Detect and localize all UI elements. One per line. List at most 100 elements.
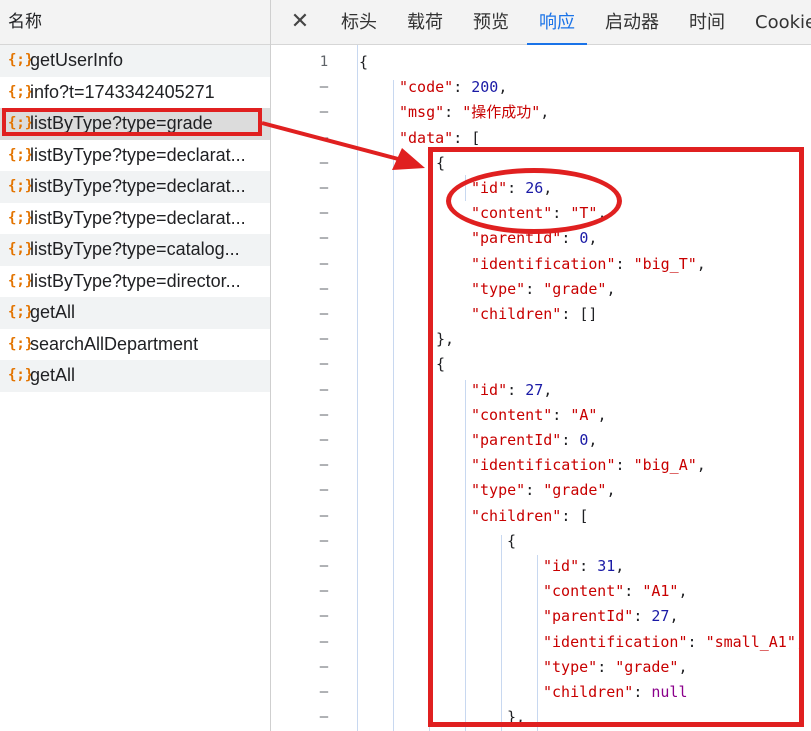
gutter-collapse-mark: –	[319, 154, 329, 171]
request-row[interactable]: {;}listByType?type=declarat...	[0, 171, 270, 203]
request-row[interactable]: {;}info?t=1743342405271	[0, 77, 270, 109]
indent-guide	[429, 155, 430, 731]
line-number: 1	[319, 54, 329, 70]
code-line[interactable]: },	[507, 705, 525, 730]
code-line[interactable]: "id": 31,	[543, 554, 624, 579]
detail-panel: ✕ 标头 载荷 预览 响应 启动器 时间 Cookie 1 { – "code": 2…	[271, 0, 811, 731]
request-row[interactable]: {;}getAll	[0, 297, 270, 329]
gutter-collapse-mark: –	[319, 709, 329, 726]
request-row[interactable]: {;}getUserInfo	[0, 45, 270, 77]
request-name: listByType?type=declarat...	[30, 144, 246, 165]
gutter-collapse-mark: –	[319, 205, 329, 222]
code-line[interactable]: "type": "grade",	[471, 478, 616, 503]
request-name: listByType?type=catalog...	[30, 239, 240, 259]
code-line[interactable]: "identification": "small_A1",	[543, 630, 805, 655]
request-name: getAll	[30, 365, 76, 385]
tab-preview[interactable]: 预览	[473, 0, 509, 44]
indent-guide	[501, 535, 502, 731]
gutter-collapse-mark: –	[319, 457, 329, 474]
request-row[interactable]: {;}listByType?type=grade	[0, 108, 270, 140]
request-list-panel: 名称 {;}getUserInfo {;}info?t=1743342405271…	[0, 0, 271, 731]
json-file-icon: {;}	[8, 304, 34, 320]
code-line[interactable]: "children": null	[543, 680, 688, 705]
response-code-view[interactable]: 1 { – "code": 200, – "msg": "操作成功", – "data": […	[271, 45, 811, 731]
code-line[interactable]: "type": "grade",	[471, 277, 616, 302]
indent-guide	[465, 175, 466, 201]
code-line[interactable]: "content": "T",	[471, 201, 606, 226]
indent-guide	[393, 80, 394, 731]
tab-payload[interactable]: 载荷	[407, 0, 443, 44]
request-row[interactable]: {;}listByType?type=director...	[0, 266, 270, 298]
code-line[interactable]: "parentId": 0,	[471, 428, 597, 453]
gutter-collapse-mark: –	[319, 306, 329, 322]
gutter-collapse-mark: –	[319, 507, 329, 524]
request-name: listByType?type=grade	[30, 113, 213, 133]
gutter-collapse-mark: –	[319, 583, 329, 600]
code-line[interactable]: "parentId": 0,	[471, 226, 597, 251]
gutter-collapse-mark: –	[319, 633, 329, 650]
code-line[interactable]: "content": "A1",	[543, 579, 688, 604]
gutter-collapse-mark: –	[319, 684, 329, 700]
code-line[interactable]: "id": 27,	[471, 378, 552, 403]
json-file-icon: {;}	[8, 83, 34, 100]
json-file-icon: {;}	[8, 146, 34, 163]
detail-tabbar: ✕ 标头 载荷 预览 响应 启动器 时间 Cookie	[271, 0, 811, 45]
gutter-collapse-mark: –	[319, 129, 329, 146]
gutter-collapse-mark: –	[319, 356, 329, 373]
request-name: listByType?type=director...	[30, 270, 241, 291]
code-line[interactable]: "children": []	[471, 302, 597, 327]
gutter-collapse-mark: –	[319, 381, 329, 398]
gutter-collapse-mark: –	[319, 104, 329, 121]
code-line[interactable]: "children": [	[471, 504, 588, 529]
request-row[interactable]: {;}listByType?type=declarat...	[0, 140, 270, 172]
request-row[interactable]: {;}searchAllDepartment	[0, 329, 270, 361]
tab-timing[interactable]: 时间	[689, 0, 725, 44]
code-line[interactable]: "id": 26,	[471, 176, 552, 201]
indent-guide	[465, 380, 466, 731]
request-name: listByType?type=declarat...	[30, 176, 246, 196]
json-file-icon: {;}	[8, 241, 34, 257]
request-list: {;}getUserInfo {;}info?t=1743342405271 {;}…	[0, 45, 270, 392]
tab-response[interactable]: 响应	[527, 0, 587, 45]
gutter-collapse-mark: –	[319, 608, 329, 625]
code-line[interactable]: {	[436, 352, 445, 377]
code-line[interactable]: "identification": "big_T",	[471, 252, 706, 277]
json-file-icon: {;}	[8, 209, 34, 226]
tab-cookies[interactable]: Cookie	[755, 0, 811, 44]
gutter-collapse-mark: –	[319, 255, 329, 272]
request-row[interactable]: {;}listByType?type=catalog...	[0, 234, 270, 266]
code-line[interactable]: "msg": "操作成功",	[399, 100, 549, 125]
request-list-header[interactable]: 名称	[0, 0, 270, 45]
request-row[interactable]: {;}getAll	[0, 360, 270, 392]
code-line[interactable]: {	[436, 151, 445, 176]
json-file-icon: {;}	[8, 335, 34, 352]
gutter-collapse-mark: –	[319, 406, 329, 423]
request-name: searchAllDepartment	[30, 333, 199, 354]
code-line[interactable]: "code": 200,	[399, 75, 507, 100]
gutter-collapse-mark: –	[319, 331, 329, 348]
code-line[interactable]: "parentId": 27,	[543, 604, 678, 629]
gutter-collapse-mark: –	[319, 180, 329, 196]
gutter-divider	[357, 45, 358, 731]
json-file-icon: {;}	[8, 272, 34, 289]
code-line[interactable]: {	[359, 50, 368, 75]
code-line[interactable]: "content": "A",	[471, 403, 606, 428]
gutter-collapse-mark: –	[319, 658, 329, 675]
gutter-collapse-mark: –	[319, 532, 329, 549]
indent-guide	[537, 555, 538, 731]
json-file-icon: {;}	[8, 115, 34, 131]
tab-headers[interactable]: 标头	[341, 0, 377, 44]
code-line[interactable]: },	[436, 327, 454, 352]
tab-initiator[interactable]: 启动器	[605, 0, 659, 44]
code-line[interactable]: "identification": "big_A",	[471, 453, 706, 478]
code-line[interactable]: "type": "grade",	[543, 655, 688, 680]
request-name: info?t=1743342405271	[30, 81, 215, 102]
request-name: listByType?type=declarat...	[30, 207, 246, 228]
code-line[interactable]: "data": [	[399, 126, 480, 151]
close-icon[interactable]: ✕	[285, 0, 315, 44]
json-file-icon: {;}	[8, 367, 34, 383]
request-row[interactable]: {;}listByType?type=declarat...	[0, 203, 270, 235]
code-line[interactable]: {	[507, 529, 516, 554]
request-name: getAll	[30, 302, 76, 322]
gutter-collapse-mark: –	[319, 230, 329, 247]
